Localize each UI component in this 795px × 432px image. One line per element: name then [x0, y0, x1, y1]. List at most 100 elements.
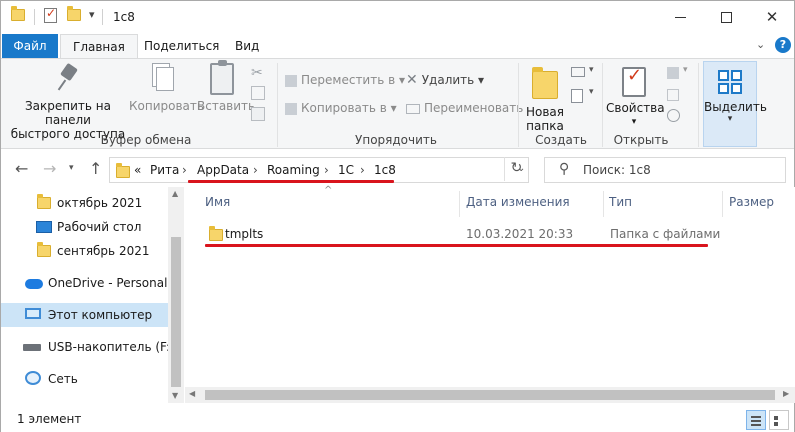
table-row[interactable]: tmplts 10.03.2021 20:33 Папка с файлами — [203, 223, 720, 245]
onedrive-icon — [25, 279, 43, 289]
breadcrumb-overflow[interactable]: « — [134, 163, 141, 177]
new-item-dropdown-icon[interactable]: ▾ — [589, 65, 594, 75]
select-dropdown-icon: ▾ — [727, 114, 733, 124]
close-button[interactable]: ✕ — [749, 1, 795, 33]
tab-share[interactable]: Поделиться — [132, 34, 231, 58]
organize-group-label: Упорядочить — [355, 133, 437, 147]
column-header-type[interactable]: Тип — [609, 195, 632, 209]
maximize-button[interactable] — [703, 1, 749, 33]
maximize-icon — [720, 12, 732, 23]
back-arrow-icon[interactable]: ← — [15, 159, 28, 178]
breadcrumb-separator[interactable]: › — [253, 163, 258, 177]
column-header-date[interactable]: Дата изменения — [466, 195, 570, 209]
customize-quick-access-icon[interactable]: ▾ — [89, 8, 95, 21]
pin-to-quick-access-button[interactable]: Закрепить на панели быстрого доступа — [9, 63, 127, 141]
divider — [602, 63, 603, 147]
easy-access-icon[interactable] — [571, 89, 583, 103]
minimize-icon — [674, 17, 686, 18]
desktop-icon — [36, 221, 52, 233]
column-divider[interactable] — [459, 191, 460, 217]
breadcrumb-item[interactable]: 1c8 — [374, 163, 396, 177]
paste-label: Вставить — [197, 99, 256, 113]
select-label: Выделить — [704, 100, 767, 114]
tab-file[interactable]: Файл — [2, 34, 58, 58]
column-header-size[interactable]: Размер — [729, 195, 774, 209]
properties-quick-icon[interactable] — [44, 6, 57, 23]
new-folder-button[interactable]: Новая папка — [523, 63, 567, 133]
paste-button[interactable]: Вставить — [197, 60, 256, 113]
collapse-ribbon-icon[interactable]: ⌄ — [756, 38, 765, 51]
open-dropdown-icon[interactable]: ▾ — [683, 65, 688, 75]
rename-icon — [406, 103, 420, 114]
select-button[interactable]: Выделить ▾ — [703, 61, 767, 147]
nav-item[interactable]: октябрь 2021 — [1, 191, 168, 215]
nav-item-label: октябрь 2021 — [57, 196, 143, 210]
breadcrumb-item[interactable]: 1C — [338, 163, 354, 177]
forward-arrow-icon[interactable]: → — [43, 159, 56, 178]
nav-item-onedrive[interactable]: OneDrive - Personal — [1, 271, 168, 295]
large-icons-view-button[interactable] — [769, 410, 789, 430]
scroll-left-icon[interactable]: ◀ — [189, 389, 195, 398]
nav-item-network[interactable]: Сеть — [1, 367, 168, 391]
folder-icon — [37, 194, 51, 209]
scrollbar-thumb[interactable] — [205, 390, 775, 400]
breadcrumb-separator[interactable]: › — [324, 163, 329, 177]
scroll-right-icon[interactable]: ▶ — [783, 389, 789, 398]
copy-path-icon[interactable] — [251, 86, 265, 100]
new-folder-quick-icon[interactable] — [67, 6, 81, 21]
nav-item-usb-drive[interactable]: USB-накопитель (F:) — [1, 335, 175, 359]
nav-item[interactable]: Рабочий стол — [1, 215, 168, 239]
scrollbar-thumb[interactable] — [171, 237, 181, 387]
paste-shortcut-icon[interactable] — [251, 107, 265, 121]
tab-home[interactable]: Главная — [60, 34, 138, 59]
nav-item[interactable]: сентябрь 2021 — [1, 239, 168, 263]
delete-button[interactable]: ✕ Удалить ▾ — [406, 71, 484, 89]
scroll-up-icon[interactable]: ▲ — [172, 189, 178, 198]
ribbon-tabs: Файл Главная Поделиться Вид ⌄ — [1, 34, 794, 59]
column-header-name[interactable]: Имя — [205, 195, 230, 209]
cut-icon[interactable]: ✂ — [251, 65, 263, 81]
scroll-down-icon[interactable]: ▼ — [172, 391, 178, 400]
tab-view[interactable]: Вид — [223, 34, 271, 58]
large-icons-view-icon — [774, 416, 778, 420]
recent-locations-icon[interactable]: ▾ — [69, 163, 74, 173]
easy-access-dropdown-icon[interactable]: ▾ — [589, 87, 594, 97]
breadcrumb-item[interactable]: AppData — [197, 163, 249, 177]
horizontal-scrollbar[interactable]: ◀ ▶ — [185, 387, 795, 403]
minimize-button[interactable] — [657, 1, 703, 33]
breadcrumb-separator[interactable]: › — [182, 163, 187, 177]
navigation-pane: октябрь 2021 Рабочий стол сентябрь 2021 … — [1, 187, 184, 403]
move-to-label: Переместить в — [301, 73, 396, 87]
usb-drive-icon — [23, 341, 41, 351]
details-view-button[interactable] — [746, 410, 766, 430]
ribbon: Закрепить на панели быстрого доступа Коп… — [1, 58, 794, 149]
edit-icon[interactable] — [667, 89, 679, 101]
window-title: 1c8 — [113, 10, 135, 24]
copy-icon — [150, 63, 174, 93]
breadcrumb-item[interactable]: Рита — [150, 163, 179, 177]
refresh-icon[interactable]: ↻ — [504, 157, 528, 181]
move-to-button[interactable]: Переместить в ▾ — [285, 71, 405, 89]
divider — [277, 63, 278, 147]
search-box[interactable]: ⚲ Поиск: 1c8 — [544, 157, 786, 183]
help-icon[interactable]: ? — [775, 37, 791, 53]
history-icon[interactable] — [667, 109, 680, 122]
rename-button[interactable]: Переименовать — [406, 99, 523, 117]
file-name: tmplts — [225, 227, 264, 241]
rename-label: Переименовать — [424, 101, 524, 115]
copy-button[interactable]: Копировать — [129, 63, 204, 113]
nav-item-this-pc[interactable]: Этот компьютер — [1, 303, 168, 327]
open-icon[interactable] — [667, 67, 679, 79]
copy-to-button[interactable]: Копировать в ▾ — [285, 99, 397, 117]
column-divider[interactable] — [603, 191, 604, 217]
network-icon — [25, 371, 41, 385]
nav-pane-scrollbar[interactable]: ▲ ▼ — [168, 187, 184, 403]
column-divider[interactable] — [722, 191, 723, 217]
properties-button[interactable]: Свойства ▾ — [606, 63, 665, 129]
search-input[interactable]: Поиск: 1c8 — [583, 163, 651, 177]
address-bar[interactable]: « Рита › AppData › Roaming › 1C › 1c8 — [109, 157, 529, 183]
new-item-icon[interactable] — [571, 67, 585, 77]
breadcrumb-item[interactable]: Roaming — [267, 163, 320, 177]
breadcrumb-separator[interactable]: › — [360, 163, 365, 177]
up-arrow-icon[interactable]: ↑ — [89, 159, 102, 178]
